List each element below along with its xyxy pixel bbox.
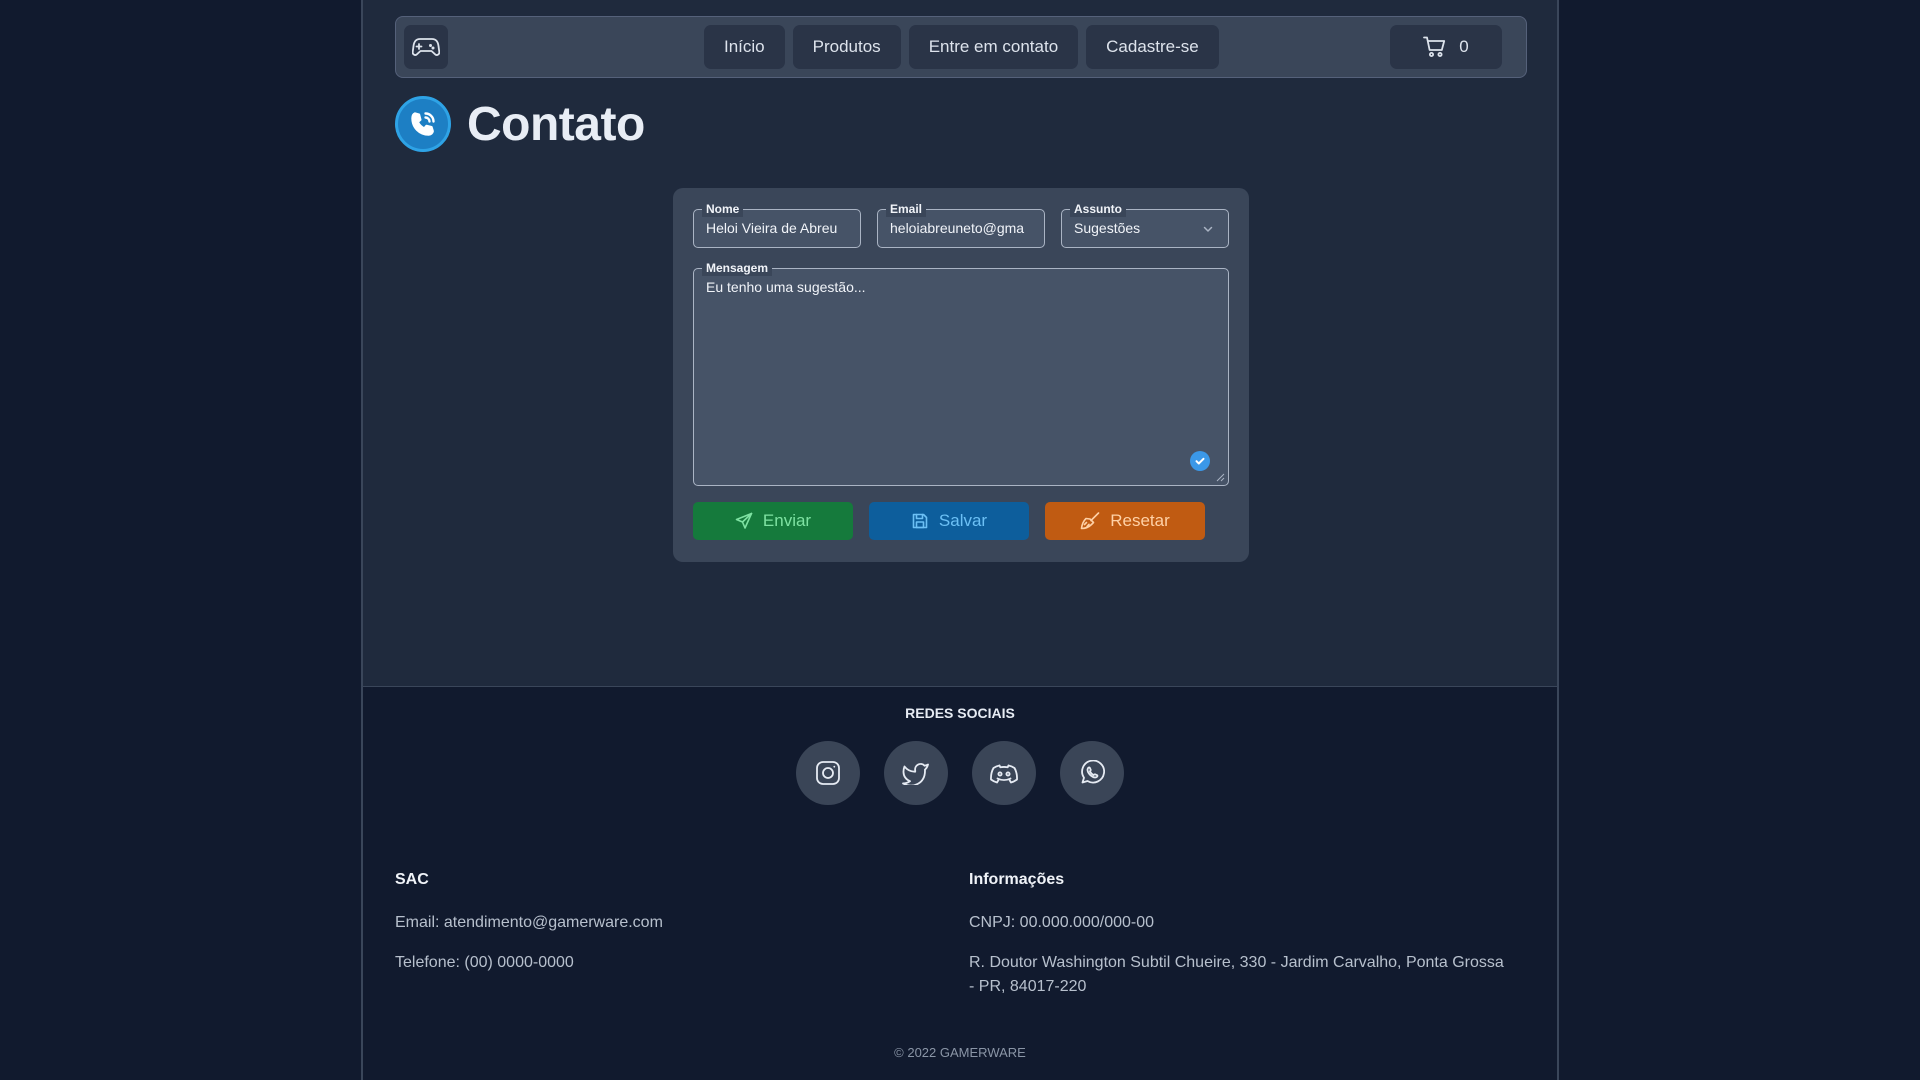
reset-button-label: Resetar — [1110, 511, 1170, 530]
message-textarea[interactable]: Mensagem Eu tenho uma sugestão... — [693, 260, 1229, 486]
sac-email: Email: atendimento@gamerware.com — [395, 914, 663, 931]
subject-select[interactable]: Assunto Sugestões — [1061, 201, 1229, 248]
nav-link-cadastro[interactable]: Cadastre-se — [1086, 25, 1219, 69]
page-header: Contato — [395, 96, 645, 152]
gamepad-icon — [412, 38, 440, 56]
name-field-value: Heloi Vieira de Abreu — [706, 220, 838, 236]
footer: REDES SOCIAIS SAC Email: atendimento@gam… — [363, 686, 1557, 1080]
discord-link[interactable] — [972, 741, 1036, 805]
email-field[interactable]: Email heloiabreuneto@gma — [877, 201, 1045, 248]
phone-icon — [395, 96, 451, 152]
name-field-label: Nome — [702, 201, 744, 217]
navbar: Início Produtos Entre em contato Cadastr… — [395, 16, 1527, 78]
reset-button[interactable]: Resetar — [1045, 502, 1205, 540]
page-title: Contato — [467, 97, 645, 151]
send-button-label: Enviar — [762, 511, 812, 530]
instagram-icon — [816, 761, 840, 785]
cart-button[interactable]: 0 — [1390, 25, 1502, 69]
save-icon — [912, 513, 928, 529]
info-title: Informações — [969, 871, 1065, 888]
copyright: © 2022 GAMERWARE — [894, 1045, 1026, 1060]
email-field-label: Email — [886, 201, 927, 217]
cart-count: 0 — [1459, 37, 1469, 56]
page-container: Início Produtos Entre em contato Cadastr… — [361, 0, 1559, 1080]
nav-link-produtos[interactable]: Produtos — [792, 25, 901, 69]
name-field[interactable]: Nome Heloi Vieira de Abreu — [693, 201, 861, 248]
twitter-link[interactable] — [884, 741, 948, 805]
send-icon — [735, 512, 753, 529]
nav-link-contato[interactable]: Entre em contato — [908, 25, 1079, 69]
save-button[interactable]: Salvar — [869, 502, 1029, 540]
sac-section: SAC Email: atendimento@gamerware.com Tel… — [395, 871, 935, 991]
message-textarea-label: Mensagem — [702, 260, 773, 276]
email-field-value: heloiabreuneto@gma — [890, 220, 1025, 236]
resize-handle-icon[interactable] — [1215, 472, 1225, 482]
twitter-icon — [902, 763, 929, 785]
subject-select-label: Assunto — [1070, 201, 1126, 217]
nav-link-inicio[interactable]: Início — [704, 25, 785, 69]
cart-icon — [1423, 36, 1446, 57]
save-button-label: Salvar — [938, 511, 988, 530]
social-title: REDES SOCIAIS — [905, 705, 1015, 721]
whatsapp-link[interactable] — [1060, 741, 1124, 805]
info-address: R. Doutor Washington Subtil Chueire, 330… — [969, 954, 1504, 995]
contact-form: Nome Heloi Vieira de Abreu Email heloiab… — [673, 188, 1249, 562]
nav-links: Início Produtos Entre em contato Cadastr… — [704, 25, 1219, 69]
discord-icon — [990, 764, 1018, 784]
message-textarea-value: Eu tenho uma sugestão... — [706, 279, 866, 295]
sac-title: SAC — [395, 871, 429, 888]
info-cnpj: CNPJ: 00.000.000/000-00 — [969, 914, 1155, 931]
send-button[interactable]: Enviar — [693, 502, 853, 540]
info-section: Informações CNPJ: 00.000.000/000-00 R. D… — [969, 871, 1509, 1015]
instagram-link[interactable] — [796, 741, 860, 805]
social-links — [363, 741, 1557, 805]
check-icon — [1190, 451, 1210, 471]
logo-button[interactable] — [404, 25, 448, 69]
whatsapp-icon — [1081, 760, 1105, 784]
chevron-down-icon — [1203, 226, 1213, 232]
subject-select-value: Sugestões — [1074, 220, 1141, 236]
sac-phone: Telefone: (00) 0000-0000 — [395, 954, 574, 971]
broom-icon — [1080, 512, 1100, 530]
